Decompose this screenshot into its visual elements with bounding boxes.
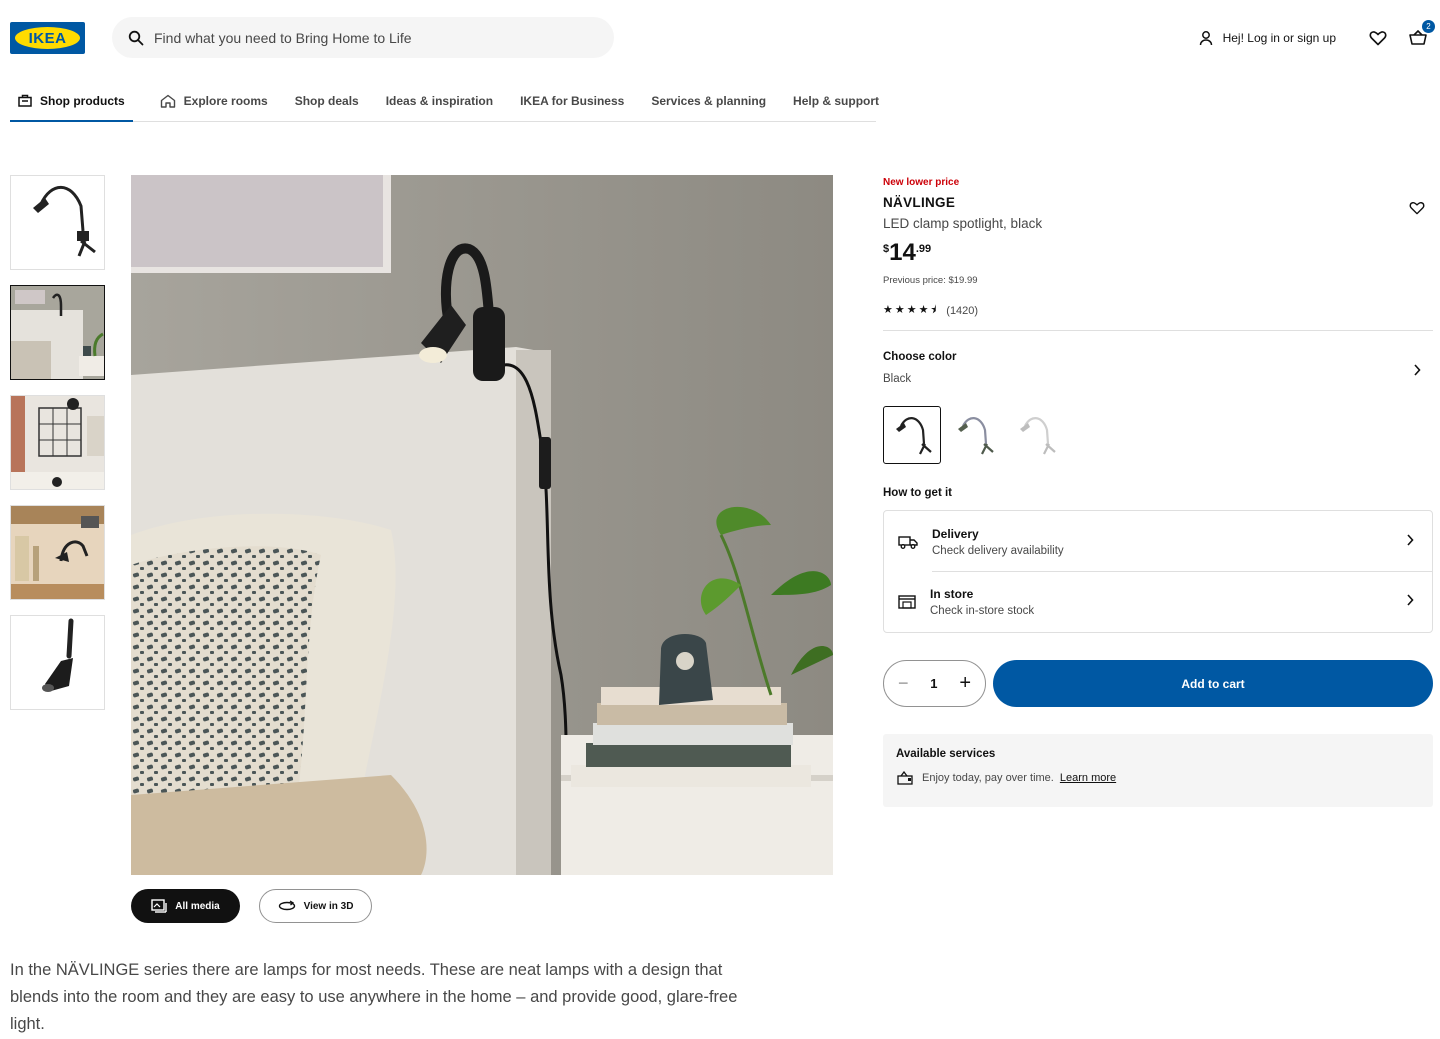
truck-icon <box>898 536 918 549</box>
thumbnail-bedroom[interactable] <box>10 285 105 380</box>
color-label: Choose color <box>883 351 957 363</box>
increase-quantity-button[interactable]: + <box>959 672 971 695</box>
payment-icon <box>897 771 913 785</box>
user-icon <box>1199 31 1212 46</box>
thumbnail-product[interactable] <box>10 175 105 270</box>
color-swatch-white[interactable] <box>1007 406 1065 464</box>
decrease-quantity-button[interactable]: − <box>898 673 909 694</box>
learn-more-link[interactable]: Learn more <box>1060 772 1116 784</box>
rating[interactable]: ★★★★⯨ (1420) <box>883 301 978 320</box>
nav-shop-deals[interactable]: Shop deals <box>295 80 359 121</box>
color-chevron-icon[interactable] <box>1413 363 1421 381</box>
price-badge: New lower price <box>883 177 960 188</box>
thumbnail-closeup[interactable] <box>10 615 105 710</box>
home-icon <box>160 94 175 108</box>
rotate-3d-icon <box>278 900 295 911</box>
main-product-image[interactable] <box>131 175 833 875</box>
cart-button[interactable]: 2 <box>1406 20 1435 50</box>
review-count: (1420) <box>946 304 979 317</box>
how-to-get-it-label: How to get it <box>883 487 952 499</box>
star-rating-icon: ★★★★⯨ <box>883 304 939 316</box>
search-icon <box>128 30 144 45</box>
ikea-logo[interactable]: IKEA <box>10 22 85 54</box>
bag-icon <box>18 94 32 107</box>
login-link[interactable]: Hej! Log in or sign up <box>1198 30 1336 46</box>
store-icon <box>898 595 916 609</box>
product-long-description: In the NÄVLINGE series there are lamps f… <box>10 961 738 1033</box>
available-services: Available services Enjoy today, pay over… <box>883 734 1433 807</box>
thumbnail-desk[interactable] <box>10 395 105 490</box>
nav-ideas[interactable]: Ideas & inspiration <box>386 80 493 121</box>
main-nav: Shop products Explore rooms Shop deals I… <box>10 80 879 122</box>
logo-text: IKEA <box>28 29 67 47</box>
gallery-icon <box>151 899 167 913</box>
nav-business[interactable]: IKEA for Business <box>520 80 624 121</box>
nav-services[interactable]: Services & planning <box>651 80 766 121</box>
product-price: $ 14 .99 <box>883 239 932 266</box>
services-text: Enjoy today, pay over time. <box>922 772 1054 784</box>
chevron-right-icon <box>1407 534 1414 546</box>
nav-shop-products[interactable]: Shop products <box>10 80 133 122</box>
view-3d-button[interactable]: View in 3D <box>259 889 372 923</box>
divider <box>883 330 1433 331</box>
all-media-button[interactable]: All media <box>131 889 240 923</box>
product-description: LED clamp spotlight, black <box>883 216 1043 231</box>
heart-icon <box>1409 202 1425 215</box>
quantity-stepper[interactable]: − 1 + <box>883 660 986 707</box>
quantity-value[interactable]: 1 <box>930 676 937 691</box>
search-input[interactable] <box>154 29 574 46</box>
favourites-button[interactable] <box>1366 26 1390 50</box>
login-label: Hej! Log in or sign up <box>1222 31 1336 45</box>
chevron-right-icon <box>1407 594 1414 606</box>
heart-icon <box>1369 31 1387 46</box>
fulfillment-box: Delivery Check delivery availability In … <box>883 510 1433 633</box>
color-swatch-grey[interactable] <box>945 406 1003 464</box>
search-bar[interactable] <box>112 17 614 58</box>
add-to-favourites-button[interactable] <box>1409 201 1425 220</box>
services-title: Available services <box>896 748 996 760</box>
in-store-option[interactable]: In store Check in-store stock <box>884 572 1432 632</box>
cart-icon <box>1409 30 1427 45</box>
delivery-option[interactable]: Delivery Check delivery availability <box>884 512 1432 572</box>
nav-help[interactable]: Help & support <box>793 80 879 121</box>
nav-explore-rooms[interactable]: Explore rooms <box>160 80 268 121</box>
product-name: NÄVLINGE <box>883 195 956 210</box>
color-value: Black <box>883 373 912 385</box>
previous-price: Previous price: $19.99 <box>883 275 978 286</box>
color-swatch-black[interactable] <box>883 406 941 464</box>
cart-count-badge: 2 <box>1422 20 1435 33</box>
thumbnail-shelf[interactable] <box>10 505 105 600</box>
add-to-cart-button[interactable]: Add to cart <box>993 660 1433 707</box>
